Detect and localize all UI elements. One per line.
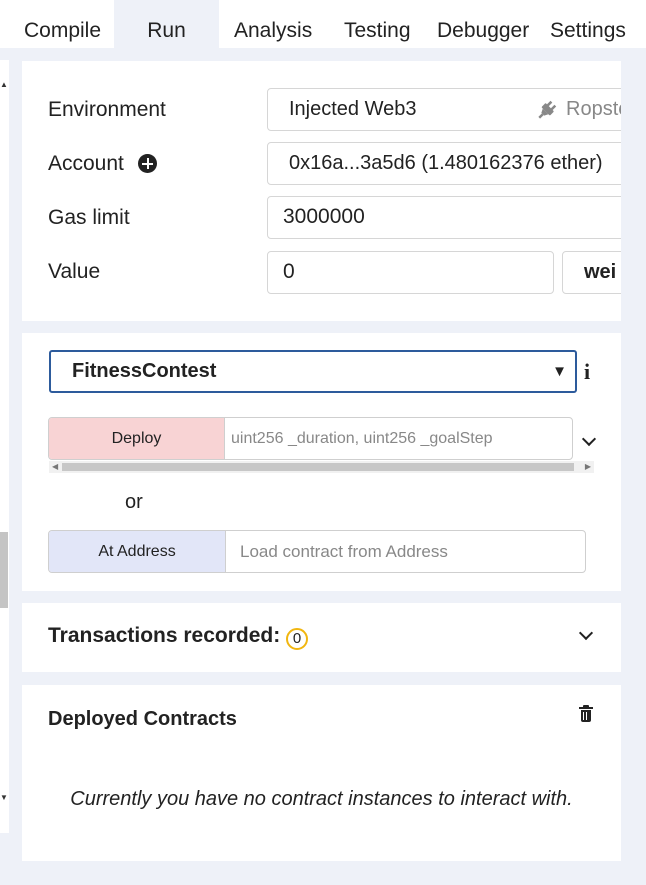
tab-run[interactable]: Run bbox=[114, 0, 219, 48]
gas-limit-input[interactable]: 3000000 bbox=[267, 196, 621, 239]
scroll-up-arrow-icon[interactable]: ▲ bbox=[0, 80, 8, 89]
gas-limit-label: Gas limit bbox=[48, 206, 130, 229]
at-address-row: At Address Load contract from Address bbox=[48, 530, 586, 573]
scroll-right-arrow-icon[interactable]: ▶ bbox=[585, 461, 591, 473]
account-value: 0x16a...3a5d6 (1.480162376 ether) bbox=[289, 152, 603, 174]
tab-settings[interactable]: Settings bbox=[550, 0, 626, 48]
info-icon[interactable]: i bbox=[584, 359, 590, 385]
plug-icon bbox=[538, 100, 557, 119]
environment-select[interactable]: Injected Web3 Ropste bbox=[267, 88, 621, 131]
value-amount: 0 bbox=[283, 260, 295, 283]
value-unit-select[interactable]: wei bbox=[562, 251, 621, 294]
value-input[interactable]: 0 bbox=[267, 251, 554, 294]
chevron-down-icon[interactable] bbox=[578, 625, 594, 641]
deploy-button[interactable]: Deploy bbox=[49, 418, 224, 459]
contract-select[interactable]: FitnessContest ▼ bbox=[49, 350, 577, 393]
deploy-args-input[interactable]: uint256 _duration, uint256 _goalStep bbox=[224, 418, 572, 459]
tab-compile[interactable]: Compile bbox=[24, 0, 101, 48]
account-select[interactable]: 0x16a...3a5d6 (1.480162376 ether) bbox=[267, 142, 621, 185]
network-name: Ropste bbox=[566, 98, 621, 120]
deployed-contracts-card: Deployed Contracts Currently you have no… bbox=[22, 685, 621, 861]
at-address-button[interactable]: At Address bbox=[49, 531, 225, 572]
scroll-left-arrow-icon[interactable]: ◀ bbox=[52, 461, 58, 473]
tab-bar: Compile Run Analysis Testing Debugger Se… bbox=[0, 0, 646, 48]
chevron-down-icon[interactable] bbox=[581, 431, 597, 447]
at-address-input[interactable]: Load contract from Address bbox=[225, 531, 585, 572]
account-label: Account bbox=[48, 152, 124, 175]
deploy-row: Deploy uint256 _duration, uint256 _goalS… bbox=[48, 417, 573, 460]
tab-testing[interactable]: Testing bbox=[344, 0, 411, 48]
transactions-recorded-card[interactable]: Transactions recorded: 0 bbox=[22, 603, 621, 672]
contract-deploy-card: FitnessContest ▼ i Deploy uint256 _durat… bbox=[22, 333, 621, 591]
horizontal-scrollbar[interactable]: ◀ ▶ bbox=[49, 461, 594, 473]
tab-debugger[interactable]: Debugger bbox=[437, 0, 529, 48]
scroll-down-arrow-icon[interactable]: ▼ bbox=[0, 793, 8, 802]
value-unit: wei bbox=[584, 261, 617, 283]
environment-settings-card: Environment Injected Web3 Ropste Account… bbox=[22, 61, 621, 321]
environment-value: Injected Web3 bbox=[289, 98, 417, 120]
value-label: Value bbox=[48, 260, 101, 283]
add-account-icon[interactable] bbox=[138, 154, 157, 173]
deployed-contracts-title: Deployed Contracts bbox=[48, 708, 237, 730]
gas-limit-value: 3000000 bbox=[283, 205, 365, 228]
vertical-scrollbar[interactable] bbox=[0, 60, 9, 833]
no-instances-message: Currently you have no contract instances… bbox=[70, 788, 573, 810]
scrollbar-thumb[interactable] bbox=[0, 532, 8, 608]
dropdown-caret-icon: ▼ bbox=[552, 363, 567, 380]
environment-label: Environment bbox=[48, 98, 166, 121]
tab-analysis[interactable]: Analysis bbox=[234, 0, 312, 48]
transactions-count-badge: 0 bbox=[286, 628, 308, 650]
transactions-recorded-label: Transactions recorded: bbox=[48, 624, 281, 647]
or-text: or bbox=[125, 491, 143, 513]
horizontal-scrollbar-thumb[interactable] bbox=[62, 463, 574, 471]
contract-selected: FitnessContest bbox=[72, 360, 217, 382]
trash-icon[interactable] bbox=[579, 705, 593, 722]
